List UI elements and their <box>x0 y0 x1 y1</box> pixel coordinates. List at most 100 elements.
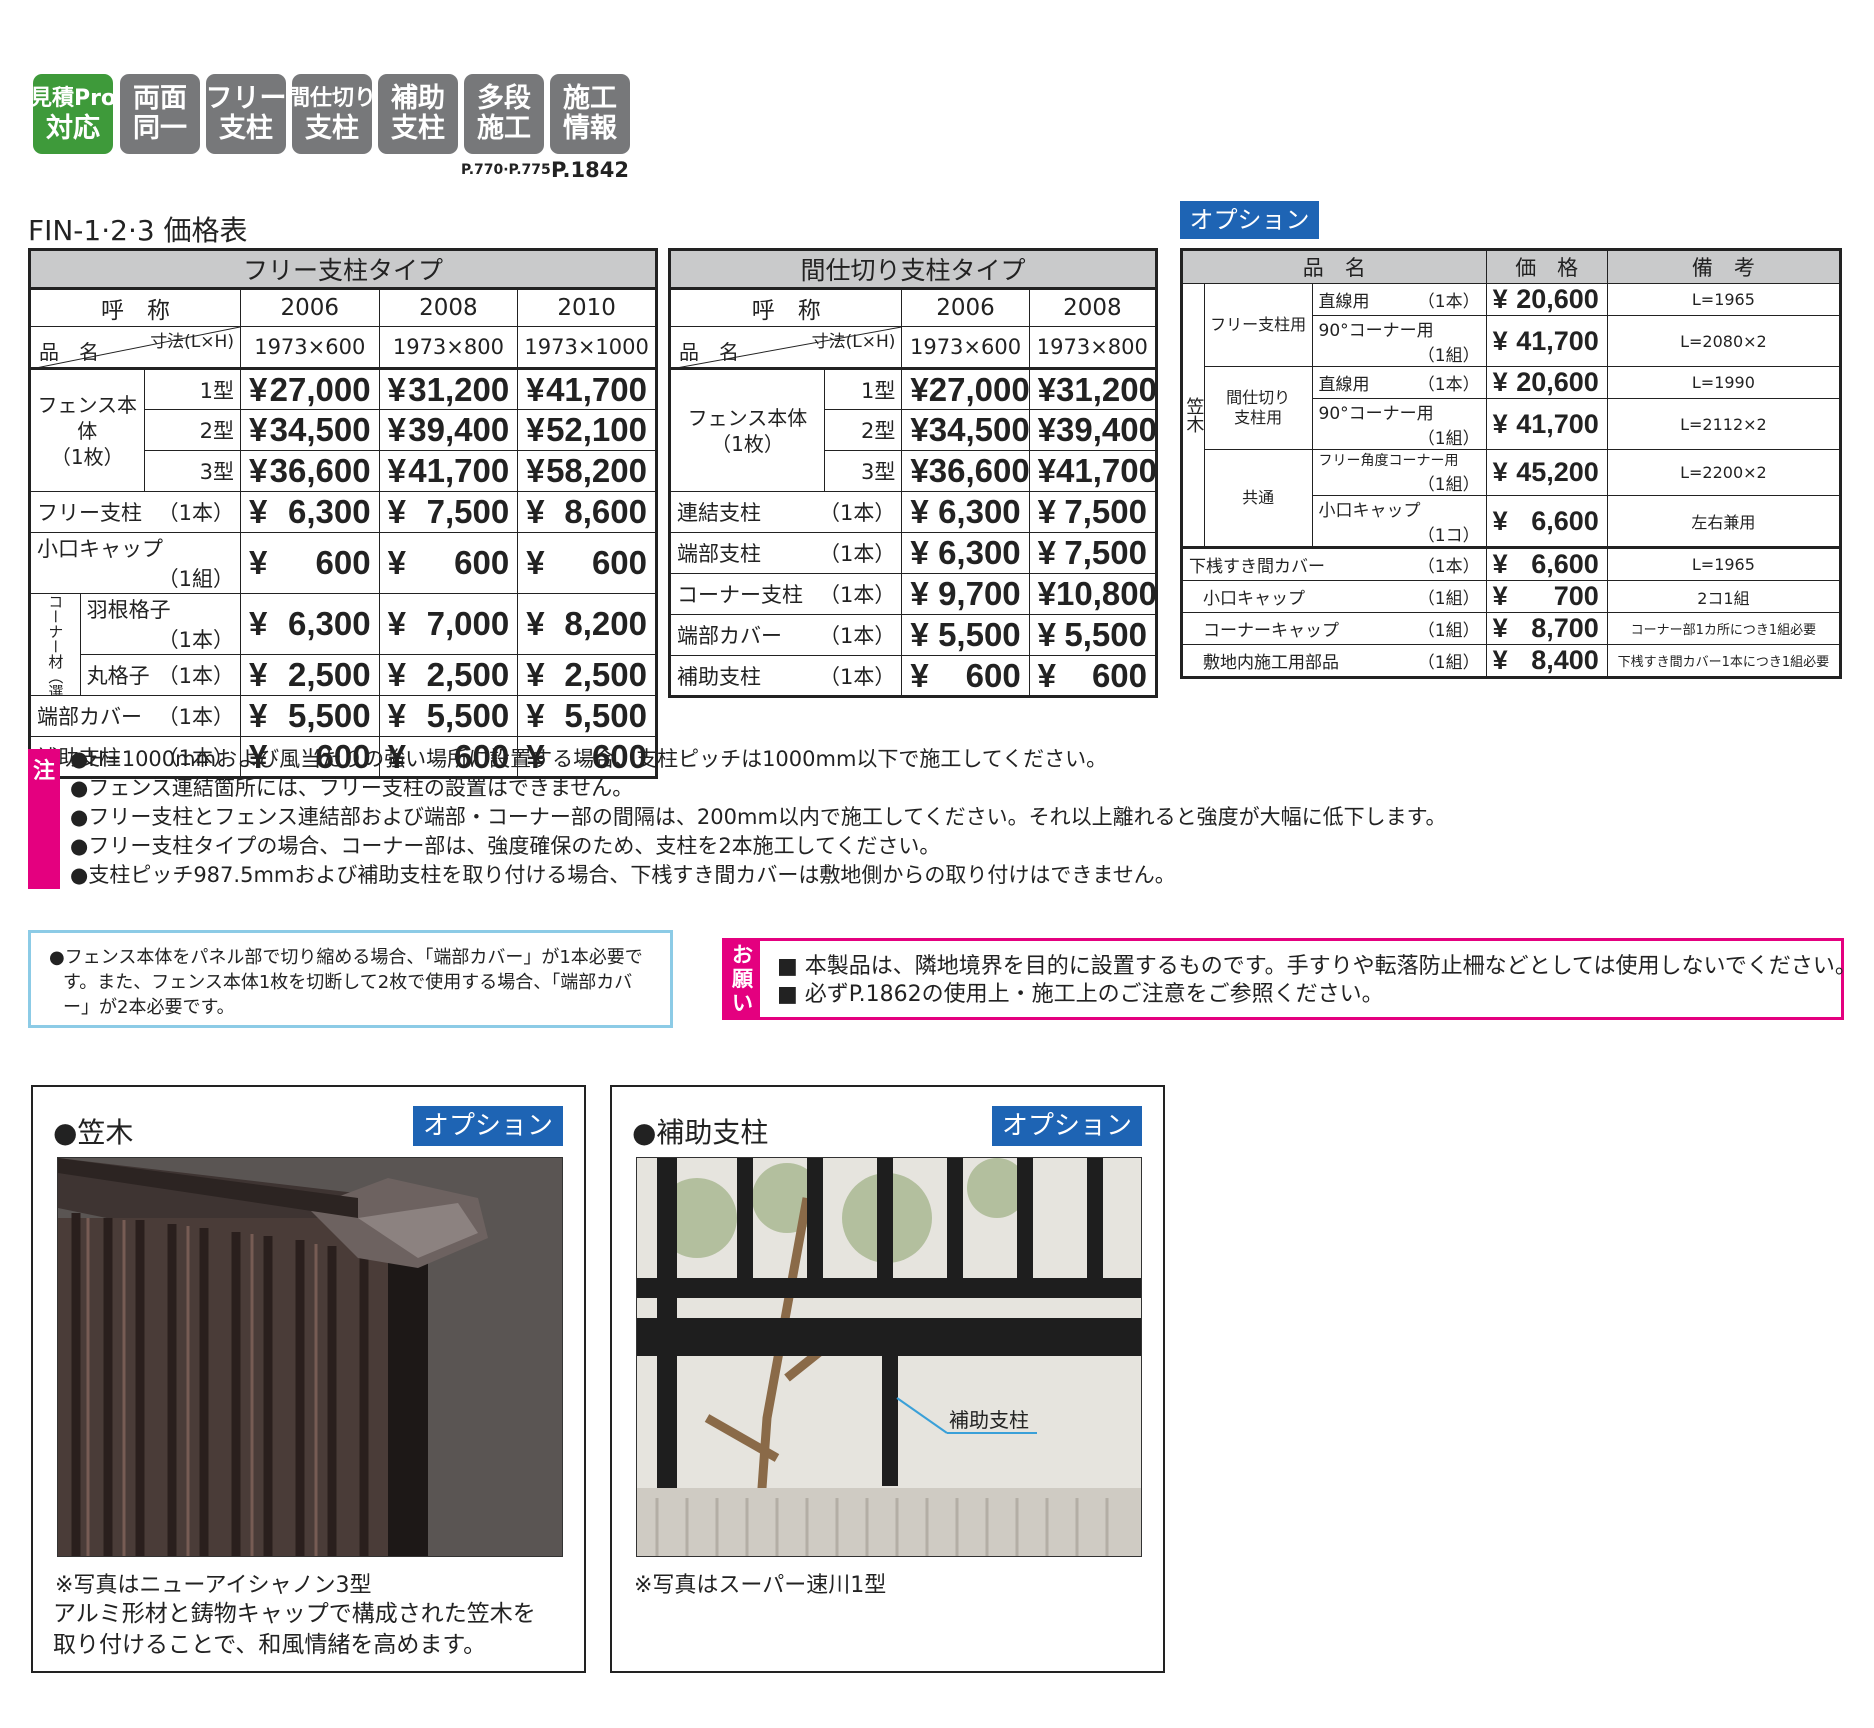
price-value: 8,400 <box>1531 645 1599 676</box>
price-cell: ¥20,600 <box>1485 283 1608 316</box>
feature-badge: フリー 支柱 <box>206 74 287 154</box>
price-value: 8,700 <box>1531 613 1599 644</box>
item-name: 端部カバー <box>677 624 782 648</box>
size-code: 2006 <box>901 288 1030 327</box>
caution-bar: 注 <box>28 749 60 889</box>
item-name-cell: 羽根格子 （1本） <box>79 593 241 655</box>
item-unit: （1本） <box>157 501 234 525</box>
body-type: 2型 <box>823 409 903 451</box>
price-cell: ¥6,300 <box>901 491 1030 533</box>
item-name-cell: 小口キャップ （1組） <box>1181 580 1487 613</box>
item-name-cell: 端部支柱 （1本） <box>668 532 903 574</box>
price-cell: ¥9,700 <box>901 573 1030 615</box>
note-cell: L=1965 <box>1606 547 1842 581</box>
note-cell: L=2112×2 <box>1606 398 1842 450</box>
table-title: フリー支柱タイプ <box>28 249 658 290</box>
yen-sign: ¥ <box>1037 452 1057 489</box>
price-value: 31,200 <box>408 370 510 408</box>
note-cell: 2コ1組 <box>1606 580 1842 613</box>
item-unit: （1コ） <box>1417 526 1480 546</box>
yen-sign: ¥ <box>387 656 406 693</box>
yen-sign: ¥ <box>1492 325 1508 356</box>
body-type: 3型 <box>823 450 903 492</box>
item-unit: （1組） <box>1417 589 1480 609</box>
price-value: 2,500 <box>426 656 510 693</box>
dimension: 1973×800 <box>378 326 519 369</box>
price-value: 7,500 <box>1064 493 1147 530</box>
price-value: 5,500 <box>938 616 1021 653</box>
info-line: す。また、フェンス本体1枚を切断して2枚で使用する場合、「端部カバ <box>63 972 633 993</box>
dimension: 1973×600 <box>239 326 380 369</box>
feature-badge: 見積Pro 対応 <box>29 74 117 154</box>
yen-sign: ¥ <box>910 656 929 694</box>
yen-sign: ¥ <box>1037 411 1057 448</box>
item-unit: （1本） <box>157 664 234 688</box>
price-value: 5,500 <box>1064 616 1147 653</box>
yen-sign: ¥ <box>1492 408 1508 439</box>
price-cell: ¥39,400 <box>1028 409 1158 451</box>
price-value: 34,500 <box>928 411 1030 448</box>
free-post-price-table: フリー支柱タイプ呼 称 2006 2008 2010 寸法(L×H) 品 名 1973×60… <box>28 248 658 779</box>
item-name: 羽根格子 <box>86 598 171 622</box>
price-value: 6,300 <box>938 534 1021 571</box>
badge-label: 施工 <box>563 83 617 114</box>
price-value: 600 <box>965 656 1021 694</box>
option-price-table: 品 名価 格備 考笠木 フリー支柱用 直線用 （1本） ¥20,600 L=1965 90°… <box>1180 248 1842 679</box>
yen-sign: ¥ <box>910 411 929 448</box>
yen-sign: ¥ <box>1492 549 1508 579</box>
price-cell: ¥8,200 <box>517 593 657 655</box>
caution-item: ●フリー支柱とフェンス連結部および端部・コーナー部の間隔は、200mm以内で施工… <box>70 805 1447 829</box>
price-cell: ¥41,700 <box>378 450 519 492</box>
dimension: 1973×1000 <box>517 326 657 369</box>
badge-label: 施工 <box>477 113 531 144</box>
info-box: ●フェンス本体をパネル部で切り縮める場合、「端部カバー」が1本必要で す。また、… <box>28 930 673 1028</box>
item-name: 補助支柱 <box>677 664 761 689</box>
yen-sign: ¥ <box>526 605 545 642</box>
price-value: 6,600 <box>1531 505 1599 536</box>
yen-sign: ¥ <box>387 697 406 734</box>
price-cell: ¥41,700 <box>1028 450 1158 492</box>
yen-sign: ¥ <box>387 544 406 581</box>
hojo-photo: 補助支柱 <box>636 1157 1142 1557</box>
item-name: 90°コーナー用 <box>1318 321 1434 341</box>
price-value: 41,700 <box>1056 452 1157 489</box>
price-value: 5,500 <box>426 697 510 734</box>
price-cell: ¥2,500 <box>517 654 657 696</box>
yen-sign: ¥ <box>1037 616 1057 653</box>
yen-sign: ¥ <box>1037 575 1057 612</box>
price-cell: ¥2,500 <box>239 654 380 696</box>
price-cell: ¥600 <box>1028 655 1158 697</box>
hojo-photo-illustration <box>637 1158 1141 1556</box>
item-name: 小口キャップ <box>1203 589 1305 609</box>
price-cell: ¥700 <box>1485 580 1608 613</box>
price-cell: ¥41,700 <box>1485 398 1608 450</box>
hojo-callout: 補助支柱 <box>949 1408 1029 1432</box>
yen-sign: ¥ <box>526 544 545 581</box>
price-cell: ¥45,200 <box>1485 449 1608 496</box>
dim-header: 寸法(L×H) <box>150 332 234 352</box>
item-unit: （1組） <box>1417 621 1480 641</box>
item-name: フリー角度コーナー用 <box>1318 453 1459 469</box>
yen-sign: ¥ <box>248 411 268 448</box>
yen-sign: ¥ <box>1492 645 1508 676</box>
item-name-cell: 補助支柱 （1本） <box>668 655 903 697</box>
note-cell: L=2080×2 <box>1606 315 1842 367</box>
yen-sign: ¥ <box>526 452 545 489</box>
badge-label: 情報 <box>563 113 617 144</box>
yen-sign: ¥ <box>1492 505 1508 536</box>
badge-label: 見積Pro <box>29 86 117 111</box>
price-value: 41,700 <box>1516 408 1599 439</box>
size-code: 2008 <box>1028 288 1158 327</box>
price-value: 36,600 <box>269 452 371 489</box>
size-code: 2010 <box>517 288 657 327</box>
price-cell: ¥31,200 <box>1028 368 1158 410</box>
item-name: コーナーキャップ <box>1203 621 1339 641</box>
kasagi-heading: ●笠木 <box>53 1116 134 1149</box>
price-value: 41,700 <box>546 370 647 408</box>
price-cell: ¥41,700 <box>517 368 657 410</box>
price-value: 6,600 <box>1531 549 1599 579</box>
info-line: ー」が2本必要です。 <box>63 997 235 1018</box>
yen-sign: ¥ <box>1492 284 1508 315</box>
page-ref-large: P.1842 <box>551 158 629 182</box>
body-type: 1型 <box>143 368 241 410</box>
